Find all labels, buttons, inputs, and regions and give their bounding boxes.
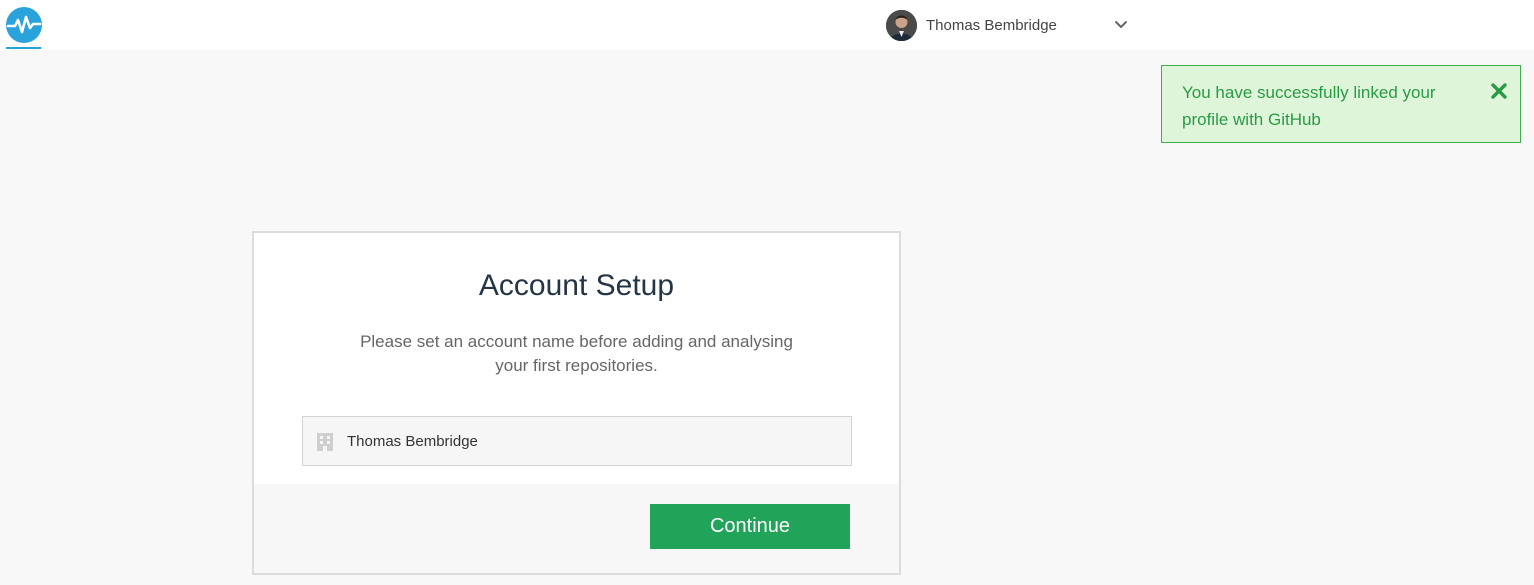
account-name-field[interactable] [302, 416, 852, 466]
success-notification: You have successfully linked your profil… [1161, 65, 1521, 143]
building-icon [317, 433, 333, 451]
pulse-icon [6, 7, 42, 43]
account-setup-card: Account Setup Please set an account name… [252, 231, 901, 575]
avatar [886, 9, 917, 41]
app-logo[interactable] [5, 6, 43, 44]
setup-description: Please set an account name before adding… [360, 332, 793, 375]
chevron-down-icon[interactable] [1113, 18, 1129, 32]
logo-active-indicator [6, 47, 41, 49]
close-icon[interactable] [1490, 82, 1508, 100]
top-bar: Thomas Bembridge [0, 0, 1534, 50]
account-name-input[interactable] [347, 417, 842, 465]
user-menu[interactable]: Thomas Bembridge [886, 9, 1057, 41]
user-name[interactable]: Thomas Bembridge [926, 17, 1057, 34]
card-footer: Continue [254, 484, 899, 573]
page-title: Account Setup [478, 269, 675, 302]
continue-button[interactable]: Continue [650, 504, 850, 549]
notification-message: You have successfully linked your profil… [1182, 83, 1436, 129]
